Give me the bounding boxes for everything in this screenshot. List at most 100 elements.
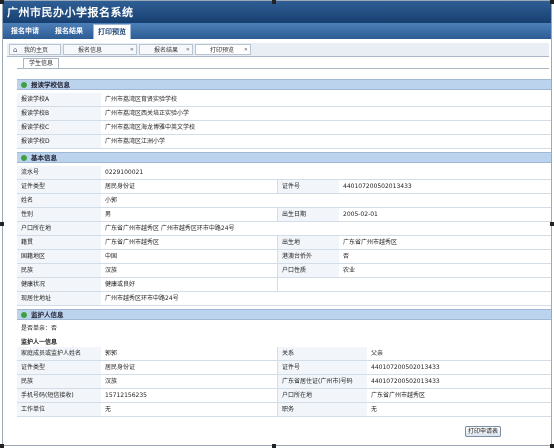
duty-value: 无 [371, 406, 378, 413]
address-value: 广州市越秀区环市中路24号 [105, 295, 179, 302]
empty-cell [277, 278, 551, 291]
section-bullet-icon [21, 312, 27, 318]
tab-signup-info-label: 报名信息 [78, 47, 103, 54]
country-label: 国籍地区 [17, 250, 101, 263]
browser-window: 广州市民办小学报名系统 报名申请 报名结果 打印预览 ⌂ 我的主页 报名信息 ✕… [2, 0, 552, 446]
g-ethnic-label: 民族 [17, 375, 101, 388]
g-id-no-label: 证件号 [277, 361, 367, 374]
print-application-button[interactable]: 打印申请表 [465, 426, 501, 437]
selection-handle [550, 444, 554, 448]
work-value: 无 [105, 406, 112, 413]
section-bullet-icon [21, 155, 27, 161]
phone-label: 手机号码(短信接收) [17, 389, 101, 402]
selection-handle [272, 0, 276, 4]
table-row: 家庭成员或监护人姓名 郭郭 关系 父亲 [17, 347, 551, 361]
g-id-type-value: 居民身份证 [105, 364, 136, 371]
id-no-label: 证件号 [277, 180, 339, 193]
tab-print-preview-label: 打印预览 [210, 47, 235, 54]
selection-handle [0, 0, 4, 4]
g-permit-label: 广东省居住证(广州市)号码 [277, 375, 367, 388]
relation-value: 父亲 [371, 350, 384, 357]
tab-result[interactable]: 报名结果 ✕ [139, 44, 193, 55]
single-parent-text: 是否单亲：否 [21, 325, 58, 332]
hukou-type-value: 农业 [343, 267, 356, 274]
table-row: 民族 汉族 广东省居住证(广州市)号码 440107200502013433 [17, 375, 551, 389]
row-label: 报读学校B [17, 107, 101, 120]
g-id-no-value: 440107200502013433 [371, 364, 440, 371]
table-row: 报读学校A 广州市荔湾区育贤实验学校 [17, 93, 551, 107]
relation-label: 关系 [277, 347, 367, 360]
table-row: 性别 男 出生日期 2005-02-01 [17, 208, 551, 222]
origin-label: 籍贯 [17, 236, 101, 249]
g-hukou-value: 广东省广州市越秀区 [371, 392, 426, 399]
birthplace-value: 广东省广州市越秀区 [343, 239, 398, 246]
member-value: 郭郭 [105, 350, 118, 357]
row-value: 广州市荔湾区育贤实验学校 [105, 96, 178, 103]
table-row: 报读学校D 广州市荔湾区江洲小学 [17, 135, 551, 149]
title-bar: 广州市民办小学报名系统 [3, 1, 551, 23]
close-icon[interactable]: ✕ [186, 45, 190, 56]
table-row: 证件类型 居民身份证 证件号 440107200502013433 [17, 361, 551, 375]
table-row: 健康状况 健康或良好 [17, 278, 551, 292]
tab-signup-info[interactable]: 报名信息 ✕ [63, 44, 137, 55]
g-hukou-label: 户口所在地 [277, 389, 367, 402]
g-id-type-label: 证件类型 [17, 361, 101, 374]
id-type-label: 证件类型 [17, 180, 101, 193]
row-value: 广州市荔湾区海龙博雅中英文学校 [105, 124, 196, 131]
row-label: 报读学校A [17, 93, 101, 106]
close-icon[interactable]: ✕ [244, 45, 248, 56]
hkmo-value: 否 [343, 253, 350, 260]
menu-print-preview[interactable]: 打印预览 [93, 24, 131, 39]
table-row: 手机号码(短信接收) 15712156235 户口所在地 广东省广州市越秀区 [17, 389, 551, 403]
health-label: 健康状况 [17, 278, 101, 291]
table-row: 证件类型 居民身份证 证件号 440107200502013433 [17, 180, 551, 194]
table-row: 姓名 小郭 [17, 194, 551, 208]
section-basic: 基本信息 [17, 152, 551, 163]
section-basic-title: 基本信息 [31, 154, 57, 162]
close-icon[interactable]: ✕ [130, 45, 134, 56]
ethnic-value: 汉族 [105, 267, 118, 274]
gender-label: 性别 [17, 208, 101, 221]
row-value: 广州市荔湾区西关培正实验小学 [105, 110, 190, 117]
section-guardian: 监护人信息 [17, 309, 551, 320]
table-row: 报读学校C 广州市荔湾区海龙博雅中英文学校 [17, 121, 551, 135]
row-value: 广州市荔湾区江洲小学 [105, 138, 166, 145]
id-no-value: 440107200502013433 [343, 183, 412, 190]
tab-result-label: 报名结果 [154, 47, 179, 54]
section-bullet-icon [21, 82, 27, 88]
name-value: 小郭 [105, 197, 118, 204]
row-label: 报读学校C [17, 121, 101, 134]
table-row: 籍贯 广东省广州市越秀区 出生地 广东省广州市越秀区 [17, 236, 551, 250]
gender-value: 男 [105, 211, 112, 218]
tab-home[interactable]: ⌂ 我的主页 [9, 44, 61, 55]
menu-result[interactable]: 报名结果 [51, 25, 87, 37]
tab-print-preview[interactable]: 打印预览 ✕ [195, 44, 251, 55]
hukou-type-label: 户口性质 [277, 264, 339, 277]
birth-label: 出生日期 [277, 208, 339, 221]
health-value: 健康或良好 [105, 281, 136, 288]
guardian-one-title: 监护人一信息 [21, 339, 58, 346]
row-label: 报读学校D [17, 135, 101, 148]
origin-value: 广东省广州市越秀区 [105, 239, 160, 246]
subtab-divider [17, 68, 549, 69]
table-row: 民族 汉族 户口性质 农业 [17, 264, 551, 278]
selection-handle [0, 222, 4, 226]
tab-home-label: 我的主页 [24, 47, 49, 54]
table-row: 工作单位 无 职务 无 [17, 403, 551, 417]
table-row: 报读学校B 广州市荔湾区西关培正实验小学 [17, 107, 551, 121]
phone-value: 15712156235 [105, 392, 147, 399]
menu-apply[interactable]: 报名申请 [7, 25, 43, 37]
birth-value: 2005-02-01 [343, 211, 378, 218]
tab-bar: ⌂ 我的主页 报名信息 ✕ 报名结果 ✕ 打印预览 ✕ [7, 43, 549, 57]
id-type-value: 居民身份证 [105, 183, 136, 190]
section-school: 报读学校信息 [17, 79, 551, 90]
serial-label: 流水号 [17, 166, 101, 179]
selection-handle [0, 444, 4, 448]
selection-handle [550, 222, 554, 226]
selection-handle [272, 444, 276, 448]
ethnic-label: 民族 [17, 264, 101, 277]
member-label: 家庭成员或监护人姓名 [17, 347, 101, 360]
main-menu: 报名申请 报名结果 打印预览 [3, 23, 551, 39]
hukou-value: 广东省广州市越秀区 广州市越秀区环市中路24号 [105, 225, 235, 232]
home-icon: ⌂ [13, 46, 18, 54]
